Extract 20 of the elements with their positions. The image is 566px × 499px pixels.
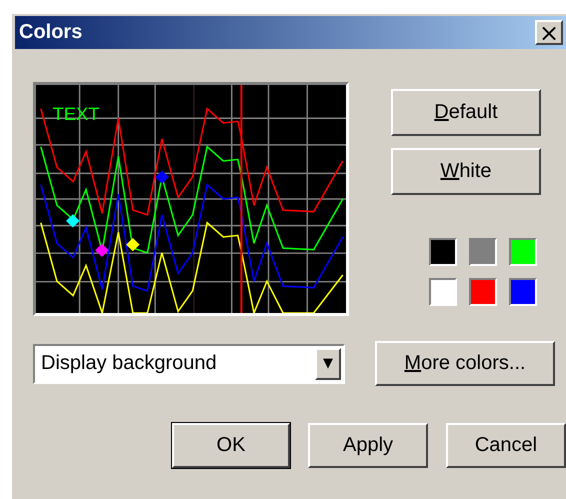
close-button[interactable]: × — [535, 20, 563, 45]
more-colors-button[interactable]: More colors... — [375, 341, 555, 386]
dialog-button[interactable]: OK — [172, 423, 290, 468]
preview-text: TEXT — [52, 104, 100, 124]
color-swatch[interactable] — [509, 238, 537, 266]
preset-button[interactable]: Default — [391, 89, 541, 136]
color-swatch[interactable] — [469, 238, 497, 266]
element-dropdown[interactable]: Display background ▼ — [33, 344, 345, 384]
dialog-button[interactable]: Cancel — [446, 423, 566, 468]
color-swatch[interactable] — [429, 238, 457, 266]
color-swatch[interactable] — [469, 278, 497, 306]
diamond-marker — [95, 244, 109, 257]
diamond-marker — [66, 214, 80, 228]
diamond-marker — [126, 238, 140, 252]
color-swatch[interactable] — [509, 278, 537, 306]
dialog-button[interactable]: Apply — [308, 423, 428, 468]
preset-button[interactable]: White — [391, 148, 541, 195]
diamond-marker — [155, 170, 169, 184]
color-swatch[interactable] — [429, 278, 457, 306]
window-title: Colors — [19, 21, 82, 44]
